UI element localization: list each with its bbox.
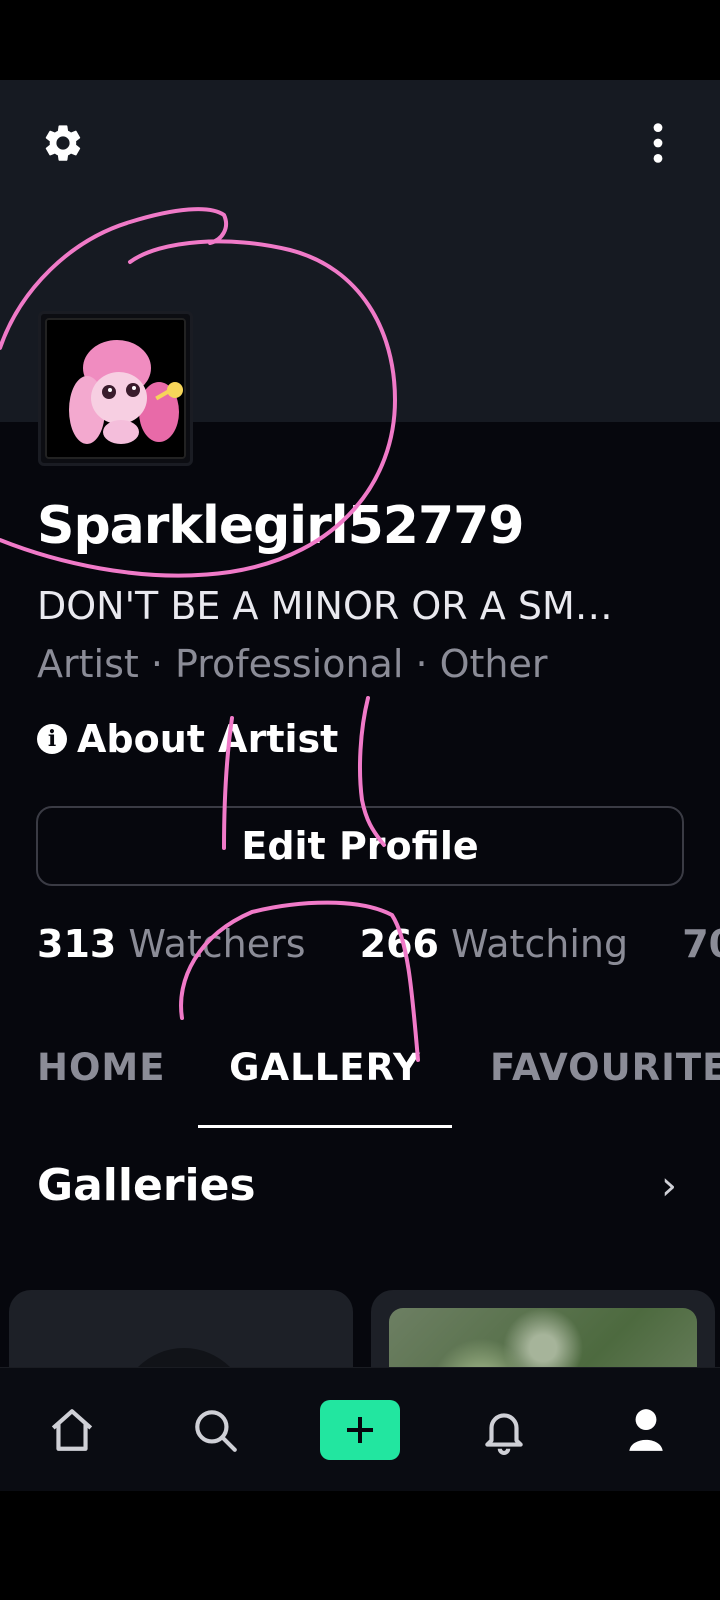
tab-favourites[interactable]: FAVOURITES — [490, 1042, 720, 1128]
profile-screen: Sparklegirl52779 DON'T BE A MINOR OR A S… — [0, 80, 720, 1491]
stat-watching[interactable]: 266 Watching — [360, 922, 629, 966]
avatar-image — [47, 320, 184, 457]
bottom-navigation — [0, 1367, 720, 1491]
bell-icon — [485, 1413, 523, 1455]
nav-profile[interactable] — [614, 1398, 678, 1462]
user-icon — [629, 1409, 663, 1451]
avatar — [45, 318, 186, 459]
edit-profile-button[interactable]: Edit Profile — [36, 806, 684, 886]
nav-notifications[interactable] — [472, 1398, 536, 1462]
more-options-button[interactable] — [630, 115, 686, 171]
profile-tagline: DON'T BE A MINOR OR A SM… — [37, 584, 613, 628]
plus-icon — [347, 1417, 373, 1443]
section-title: Galleries — [37, 1160, 256, 1211]
username: Sparklegirl52779 — [37, 496, 525, 556]
gear-icon — [45, 125, 81, 161]
tab-home[interactable]: HOME — [37, 1042, 166, 1128]
stat-watchers[interactable]: 313 Watchers — [37, 922, 306, 966]
stats-row: 313 Watchers 266 Watching 70 — [37, 922, 720, 966]
profile-roles: Artist · Professional · Other — [37, 642, 548, 686]
more-vertical-icon — [653, 123, 663, 163]
stat-number: 266 — [359, 922, 439, 966]
nav-search[interactable] — [183, 1398, 247, 1462]
stat-label: Watchers — [128, 922, 306, 966]
about-artist-link[interactable]: i About Artist — [37, 717, 338, 761]
tab-gallery[interactable]: GALLERY — [198, 1042, 452, 1128]
edit-profile-label: Edit Profile — [241, 824, 479, 868]
home-icon — [51, 1409, 93, 1451]
stat-number: 313 — [37, 922, 117, 966]
chevron-right-icon: › — [661, 1162, 677, 1209]
stat-third[interactable]: 70 — [682, 922, 720, 966]
nav-create[interactable] — [320, 1400, 400, 1460]
settings-button[interactable] — [35, 115, 91, 171]
stat-label: Watching — [451, 922, 629, 966]
avatar-frame[interactable] — [38, 311, 193, 466]
profile-tabs: HOME GALLERY FAVOURITES — [0, 1042, 720, 1128]
info-icon: i — [37, 724, 67, 754]
nav-home[interactable] — [40, 1398, 104, 1462]
about-artist-label: About Artist — [77, 717, 339, 761]
stat-number: 70 — [682, 922, 720, 966]
galleries-header[interactable]: Galleries › — [37, 1160, 677, 1211]
search-icon — [195, 1410, 237, 1452]
